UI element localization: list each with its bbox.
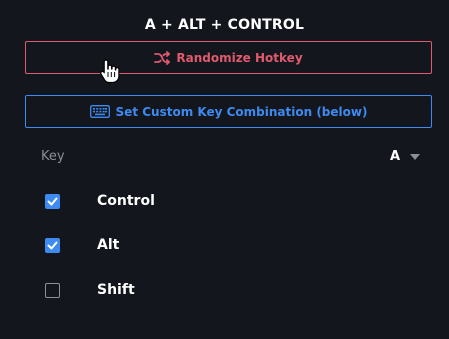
checkmark-icon <box>47 197 58 205</box>
shuffle-icon <box>154 50 171 65</box>
control-checkbox[interactable] <box>45 193 60 209</box>
alt-label: Alt <box>97 237 120 253</box>
modifier-control-row[interactable]: Control <box>45 193 155 209</box>
keyboard-icon <box>89 105 110 118</box>
caret-down-icon <box>410 153 420 160</box>
randomize-hotkey-label: Randomize Hotkey <box>176 50 303 65</box>
modifier-alt-row[interactable]: Alt <box>45 237 119 253</box>
alt-checkbox[interactable] <box>45 237 60 253</box>
key-select[interactable]: A <box>390 149 420 164</box>
key-label: Key <box>41 149 65 164</box>
hotkey-title: A + ALT + CONTROL <box>144 17 305 33</box>
key-select-value: A <box>389 149 400 164</box>
shift-label: Shift <box>97 282 135 298</box>
shift-checkbox[interactable] <box>45 282 60 298</box>
randomize-hotkey-button[interactable]: Randomize Hotkey <box>25 41 432 74</box>
set-custom-key-label: Set Custom Key Combination (below) <box>115 104 368 119</box>
checkmark-icon <box>47 241 58 249</box>
control-label: Control <box>97 193 155 209</box>
set-custom-key-button[interactable]: Set Custom Key Combination (below) <box>25 95 432 128</box>
modifier-shift-row[interactable]: Shift <box>45 282 135 298</box>
